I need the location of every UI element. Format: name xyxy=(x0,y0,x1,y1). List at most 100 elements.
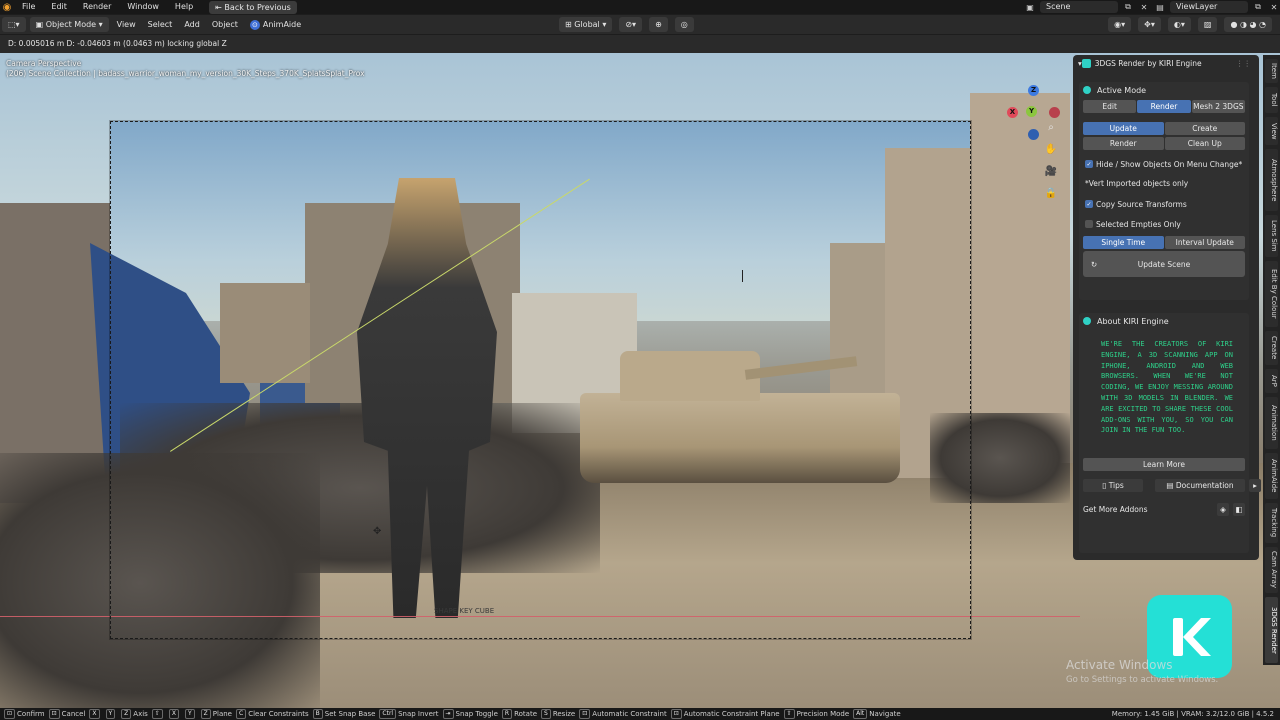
update-scene-label: Update Scene xyxy=(1137,259,1191,269)
blender-logo-icon[interactable]: ◉ xyxy=(0,0,14,14)
menu-file[interactable]: File xyxy=(14,0,43,14)
tab-animation[interactable]: Animation xyxy=(1265,397,1278,449)
tips-button[interactable]: ▯ Tips xyxy=(1083,478,1143,492)
menu-help[interactable]: Help xyxy=(167,0,201,14)
panel-header[interactable]: ▾ 3DGS Render by KIRI Engine ⋮⋮ xyxy=(1073,55,1259,71)
tab-arp[interactable]: ArP xyxy=(1265,369,1278,393)
gumroad-icon[interactable]: ◧ xyxy=(1233,502,1245,516)
overlays-toggle[interactable]: ◐▾ xyxy=(1167,17,1191,32)
header-menu-select[interactable]: Select xyxy=(142,17,179,32)
lock-icon[interactable]: 🔒 xyxy=(1044,187,1058,201)
about-title-row: About KIRI Engine xyxy=(1079,313,1249,329)
back-to-previous-button[interactable]: ⇤ Back to Previous xyxy=(209,0,297,14)
header-menu-object[interactable]: Object xyxy=(206,17,244,32)
view-layer-selector[interactable]: ViewLayer xyxy=(1170,1,1248,13)
gizmo-neg-x-axis[interactable] xyxy=(1049,107,1060,118)
copy-source-transforms-checkbox[interactable]: ✓ Copy Source Transforms xyxy=(1079,194,1249,214)
interval-update-button[interactable]: Interval Update xyxy=(1164,236,1245,249)
sidebar-tabs: Item Tool View Atmosphere Lens Sim Edit … xyxy=(1263,55,1280,665)
tab-view[interactable]: View xyxy=(1265,117,1278,145)
tab-edit-by-colour[interactable]: Edit By Colour xyxy=(1265,261,1278,327)
vert-note: *Vert Imported objects only xyxy=(1085,179,1189,188)
edit-mode-button[interactable]: Edit xyxy=(1083,100,1137,113)
visibility-dropdown[interactable]: ◉▾ xyxy=(1108,17,1132,32)
copy-scene-icon[interactable]: ⧉ xyxy=(1122,1,1134,13)
key-z: Z xyxy=(121,709,132,719)
key-plane-y: Y xyxy=(184,709,195,719)
status-cancel: Cancel xyxy=(61,710,86,718)
mode-dropdown[interactable]: ▣ Object Mode ▾ xyxy=(29,17,109,32)
close-view-layer-icon[interactable]: ✕ xyxy=(1268,1,1280,13)
status-snap-toggle: Snap Toggle xyxy=(455,710,498,718)
copy-view-layer-icon[interactable]: ⧉ xyxy=(1252,1,1264,13)
hide-show-objects-checkbox[interactable]: ✓ Hide / Show Objects On Menu Change* xyxy=(1079,154,1249,174)
about-section: About KIRI Engine WE'RE THE CREATORS OF … xyxy=(1079,313,1261,553)
pan-hand-icon[interactable]: ✋ xyxy=(1044,143,1058,157)
tab-cam-array[interactable]: Cam Array xyxy=(1265,547,1278,593)
orientation-icon: ⊞ xyxy=(565,20,575,29)
create-button[interactable]: Create xyxy=(1164,122,1245,135)
animaide-icon: ⊙ xyxy=(249,20,260,30)
tab-tool[interactable]: Tool xyxy=(1265,87,1278,113)
learn-more-button[interactable]: Learn More xyxy=(1083,458,1245,472)
header-menu-add[interactable]: Add xyxy=(178,17,206,32)
update-scene-button[interactable]: ↻ Update Scene xyxy=(1083,251,1245,277)
pivot-point-dropdown[interactable]: ⊘▾ xyxy=(619,17,643,32)
update-button[interactable]: Update xyxy=(1083,122,1164,135)
documentation-button[interactable]: ▤ Documentation xyxy=(1155,478,1245,492)
animaide-menu[interactable]: ⊙ AnimAide xyxy=(244,17,307,32)
gizmo-y-axis[interactable]: Y xyxy=(1026,106,1037,117)
checkbox-checked-icon: ✓ xyxy=(1085,160,1093,168)
viewport-info: Camera Perspective (206) Scene Collectio… xyxy=(6,59,365,79)
xray-toggle[interactable]: ▨ xyxy=(1197,17,1218,32)
close-scene-icon[interactable]: ✕ xyxy=(1138,1,1150,13)
tab-atmosphere[interactable]: Atmosphere xyxy=(1265,149,1278,211)
tab-3dgs-render[interactable]: 3DGS Render xyxy=(1265,597,1278,663)
menu-edit[interactable]: Edit xyxy=(43,0,75,14)
status-rotate: Rotate xyxy=(514,710,537,718)
render-button[interactable]: Render xyxy=(1083,137,1164,150)
gizmo-z-axis[interactable]: Z xyxy=(1028,85,1039,96)
selected-empties-checkbox[interactable]: Selected Empties Only xyxy=(1079,214,1249,234)
snap-toggle[interactable]: ⊕ xyxy=(649,17,668,32)
camera-view-icon[interactable]: 🎥 xyxy=(1044,165,1058,179)
render-mode-button[interactable]: Render xyxy=(1137,100,1191,113)
scene-selector[interactable]: Scene xyxy=(1040,1,1118,13)
zoom-icon[interactable]: ⌕ xyxy=(1044,121,1058,135)
drag-handle-icon[interactable]: ⋮⋮ xyxy=(1236,59,1251,68)
gizmo-x-axis[interactable]: X xyxy=(1007,107,1018,118)
get-more-row: Get More Addons ◈ ◧ xyxy=(1083,502,1245,516)
key-b: B xyxy=(312,709,323,719)
tab-lens-sim[interactable]: Lens Sim xyxy=(1265,215,1278,257)
tab-item[interactable]: Item xyxy=(1265,59,1278,83)
key-c: C xyxy=(235,709,247,719)
status-confirm: Confirm xyxy=(17,710,45,718)
clean-up-button[interactable]: Clean Up xyxy=(1164,137,1245,150)
proportional-editing-toggle[interactable]: ◎ xyxy=(674,17,694,32)
status-snap-invert: Snap Invert xyxy=(398,710,439,718)
documentation-link-icon[interactable]: ▸ xyxy=(1249,478,1261,492)
key-plane-z: Z xyxy=(200,709,211,719)
mesh-2-3dgs-button[interactable]: Mesh 2 3DGS xyxy=(1191,100,1245,113)
tab-animaide[interactable]: AnimAide xyxy=(1265,453,1278,499)
blender-market-icon[interactable]: ◈ xyxy=(1217,502,1229,516)
gizmo-toggle[interactable]: ✥▾ xyxy=(1138,17,1161,32)
shading-mode-buttons[interactable]: ● ◑ ◕ ◔ xyxy=(1224,17,1272,32)
single-time-button[interactable]: Single Time xyxy=(1083,236,1164,249)
menu-render[interactable]: Render xyxy=(75,0,119,14)
status-axis: Axis xyxy=(133,710,148,718)
object-mode-icon: ▣ xyxy=(35,20,46,29)
gizmo-neg-z-axis[interactable] xyxy=(1028,129,1039,140)
text-cursor-icon xyxy=(742,270,743,282)
transform-orientation-dropdown[interactable]: ⊞ Global ▾ xyxy=(559,17,613,32)
activate-windows-subtitle: Go to Settings to activate Windows. xyxy=(1066,675,1219,685)
key-shift: ⇧ xyxy=(151,709,163,719)
menu-window[interactable]: Window xyxy=(119,0,167,14)
tab-create[interactable]: Create xyxy=(1265,331,1278,365)
editor-type-dropdown[interactable]: ⬚▾ xyxy=(2,17,26,32)
top-right-controls: ▣ Scene ⧉ ✕ ▤ ViewLayer ⧉ ✕ xyxy=(1024,0,1280,14)
tab-tracking[interactable]: Tracking xyxy=(1265,503,1278,543)
header-menu-view[interactable]: View xyxy=(111,17,142,32)
about-icon xyxy=(1083,317,1091,325)
links-row: ▯ Tips ▤ Documentation ▸ xyxy=(1083,478,1261,492)
